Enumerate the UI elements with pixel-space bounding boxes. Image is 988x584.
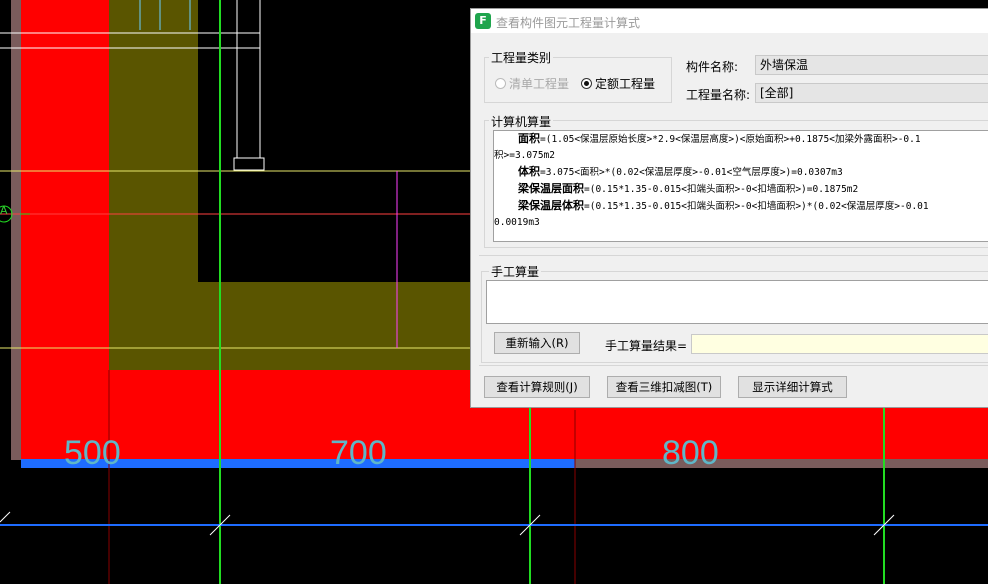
dimension-800: 800 <box>662 434 719 472</box>
quantity-name-field[interactable]: [全部] <box>755 83 988 103</box>
radio-quota-quantity[interactable]: 定额工程量 <box>581 75 655 92</box>
radio-list-quantity[interactable]: 清单工程量 <box>495 75 569 92</box>
reenter-button[interactable]: 重新输入(R) <box>494 332 580 354</box>
calc-expression: 0.0019m3 <box>494 217 540 228</box>
dimension-500: 500 <box>64 434 121 472</box>
quantity-name-label: 工程量名称: <box>686 88 751 102</box>
calc-line: 面积=(1.05<保温层原始长度>*2.9<保温层高度>)<原始面积>+0.18… <box>494 131 988 148</box>
calc-item-name: 梁保温层体积 <box>518 199 584 212</box>
calc-line: 梁保温层面积=(0.15*1.35-0.015<扣端头面积>-0<扣墙面积>)=… <box>494 181 988 198</box>
calc-expression: =(1.05<保温层原始长度>*2.9<保温层高度>)<原始面积>+0.1875… <box>540 134 921 145</box>
calc-expression: =(0.15*1.35-0.015<扣端头面积>-0<扣墙面积>)=0.1875… <box>584 184 859 195</box>
calc-expression: 积>=3.075m2 <box>494 150 555 161</box>
calc-line: 体积=3.075<面积>*(0.02<保温层厚度>-0.01<空气层厚度>)=0… <box>494 164 988 181</box>
divider <box>479 255 988 256</box>
computer-calc-group-label: 计算机算量 <box>489 113 554 130</box>
quantity-type-group-label: 工程量类别 <box>489 49 554 66</box>
manual-result-field[interactable] <box>691 334 988 354</box>
calc-line: 梁保温层体积=(0.15*1.35-0.015<扣端头面积>-0<扣墙面积>)*… <box>494 198 988 215</box>
calc-expression: =3.075<面积>*(0.02<保温层厚度>-0.01<空气层厚度>)=0.0… <box>540 167 843 178</box>
calc-expression: =(0.15*1.35-0.015<扣端头面积>-0<扣墙面积>)*(0.02<… <box>584 201 929 212</box>
show-detail-formula-button[interactable]: 显示详细计算式 <box>738 376 847 398</box>
manual-calc-input[interactable] <box>486 280 988 324</box>
olive-region-bottom <box>109 282 470 370</box>
radio-circle-icon <box>495 78 506 89</box>
view-rules-button[interactable]: 查看计算规则(J) <box>484 376 590 398</box>
axis-label: A <box>0 204 8 217</box>
calc-line: 积>=3.075m2 <box>494 148 988 164</box>
divider <box>479 365 988 366</box>
component-name-label: 构件名称: <box>686 60 739 74</box>
manual-calc-group-label: 手工算量 <box>489 263 542 280</box>
dimension-700: 700 <box>330 434 387 472</box>
dialog-title: 查看构件图元工程量计算式 <box>496 16 641 30</box>
view-3d-deduction-button[interactable]: 查看三维扣减图(T) <box>607 376 721 398</box>
manual-result-label: 手工算量结果= <box>605 339 688 353</box>
calc-item-name: 体积 <box>518 165 540 178</box>
quantity-formula-dialog: F 查看构件图元工程量计算式 工程量类别 清单工程量 定额工程量 构件名称: 外… <box>470 8 988 408</box>
dialog-titlebar[interactable]: F 查看构件图元工程量计算式 <box>471 9 988 33</box>
calc-item-name: 面积 <box>518 132 540 145</box>
wall-edge <box>11 0 21 460</box>
app-icon: F <box>475 13 491 29</box>
calc-line: 0.0019m3 <box>494 215 988 231</box>
calc-item-name: 梁保温层面积 <box>518 182 584 195</box>
calc-formula-text[interactable]: 面积=(1.05<保温层原始长度>*2.9<保温层高度>)<原始面积>+0.18… <box>493 130 988 242</box>
component-name-field[interactable]: 外墙保温 <box>755 55 988 75</box>
red-wall-vertical <box>21 0 109 460</box>
radio-selected-icon <box>581 78 592 89</box>
